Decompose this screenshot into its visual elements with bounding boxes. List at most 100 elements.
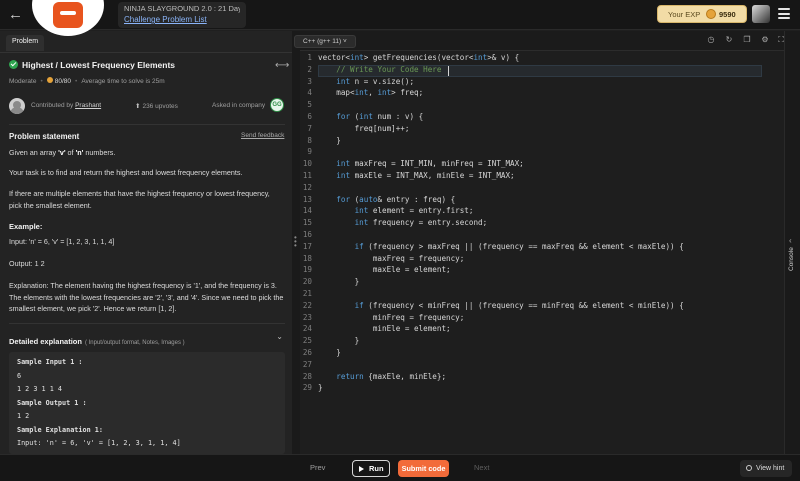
coin-icon (706, 9, 716, 19)
prev-button[interactable]: Prev (310, 463, 325, 472)
asked-in-company: Asked in company (212, 102, 266, 109)
code-line: } (318, 277, 360, 287)
score: 80/80 (54, 78, 72, 85)
problem-panel: Problem Highest / Lowest Frequency Eleme… (0, 31, 292, 454)
code-line: } (318, 348, 341, 357)
line-number: 25 (302, 336, 312, 346)
send-feedback-link[interactable]: Send feedback (241, 132, 284, 139)
coin-icon (46, 77, 53, 83)
code-line: minFreq = frequency; (318, 312, 465, 322)
line-number: 21 (302, 289, 312, 298)
code-line: } (318, 135, 341, 145)
chevron-down-icon[interactable]: ⌄ (276, 332, 283, 341)
upvote-icon: ⬆ (135, 103, 141, 110)
settings-icon[interactable]: ⚙ (760, 35, 770, 45)
statement-line-3: If there are multiple elements that have… (9, 189, 270, 210)
line-number: 7 (307, 123, 312, 133)
editor-toolbar: C++ (g++ 11) ˅ ◷ ↻ ❐ ⚙ ⛶ (294, 31, 784, 51)
top-bar: ← NINJA SLAYGROUND 2.0 : 21 Day Co... Ch… (0, 0, 800, 36)
example-output: Output: 1 2 (9, 259, 45, 268)
divider (9, 124, 285, 125)
line-number: 14 (302, 206, 312, 216)
line-number: 19 (302, 265, 312, 275)
breadcrumb: NINJA SLAYGROUND 2.0 : 21 Day Co... Chal… (118, 2, 246, 28)
divider (9, 323, 285, 324)
contest-title: NINJA SLAYGROUND 2.0 : 21 Day Co... (124, 4, 240, 13)
challenge-problem-list-link[interactable]: Challenge Problem List (124, 14, 240, 25)
tab-problem[interactable]: Problem (6, 35, 45, 51)
upvote-count: 236 upvotes (142, 103, 178, 110)
panel-splitter[interactable]: • • • (292, 31, 300, 454)
line-number: 9 (307, 147, 312, 157)
code-line: int element = entry.first; (354, 206, 474, 216)
next-button[interactable]: Next (474, 463, 489, 472)
language-value: C++ (g++ 11) (303, 38, 342, 45)
code-line: int n = v.size(); (336, 76, 415, 86)
company-logo[interactable]: GG (270, 98, 284, 112)
code-line: for (auto& entry : freq) { (336, 194, 456, 204)
share-icon[interactable]: ⟷ (275, 60, 289, 71)
line-number: 2 (307, 64, 312, 74)
code-line: map<int, int> freq; (318, 88, 424, 98)
chevron-left-icon[interactable]: ‹ (789, 236, 792, 245)
line-number: 1 (307, 53, 312, 62)
line-number: 27 (302, 359, 312, 369)
refresh-icon[interactable]: ↻ (724, 35, 734, 45)
statement-line-2: Your task is to find and return the high… (9, 168, 243, 177)
detailed-explanation-toggle[interactable]: Detailed explanation( Input/output forma… (9, 331, 285, 346)
sample-line: 6 (17, 371, 22, 380)
example-heading: Example: (9, 222, 43, 231)
line-number: 8 (307, 135, 312, 145)
problem-statement-heading: Problem statement (9, 132, 80, 141)
user-avatar[interactable] (752, 5, 770, 23)
problem-meta: Moderate • 80/80 • Average time to solve is … (9, 77, 165, 85)
line-number: 24 (302, 324, 312, 334)
line-number: 18 (302, 253, 312, 263)
detailed-explanation-title: Detailed explanation (9, 337, 82, 346)
example-input: Input: 'n' = 6, 'v' = [1, 2, 3, 1, 1, 4] (9, 237, 115, 246)
upvote-button[interactable]: ⬆ 236 upvotes (135, 102, 178, 110)
code-line: return {maxEle, minEle}; (336, 371, 447, 381)
sample-line: Sample Output 1 : (17, 398, 87, 407)
exp-label: Your EXP (668, 10, 701, 19)
run-button[interactable]: Run (352, 460, 390, 477)
line-number: 17 (302, 241, 312, 251)
play-icon (359, 465, 364, 472)
code-line: int maxEle = INT_MAX, minEle = INT_MAX; (336, 171, 515, 180)
line-number: 15 (302, 218, 312, 228)
avg-time: Average time to solve is 25m (81, 78, 165, 85)
run-label: Run (369, 464, 384, 473)
code-line: minEle = element; (318, 324, 451, 334)
sample-line: 1 2 3 1 1 4 (17, 385, 63, 393)
contributed-by: Contributed by Prashant (31, 102, 101, 109)
code-editor-panel: C++ (g++ 11) ˅ ◷ ↻ ❐ ⚙ ⛶ 1 vector<int> ge… (294, 31, 784, 473)
line-number: 13 (302, 194, 312, 204)
exp-badge[interactable]: Your EXP 9590 (657, 5, 747, 23)
line-number: 20 (302, 277, 312, 287)
submit-code-button[interactable]: Submit code (398, 460, 449, 477)
code-line: int frequency = entry.second; (354, 218, 488, 228)
line-number: 22 (302, 300, 312, 310)
code-line: if (frequency > maxFreq || (frequency ==… (354, 241, 684, 251)
back-arrow-icon[interactable]: ← (8, 7, 26, 23)
sample-line: 1 2 (17, 412, 30, 420)
bulb-icon (746, 464, 752, 471)
drag-handle-icon[interactable]: • • • (294, 234, 297, 250)
view-hint-button[interactable]: View hint (740, 460, 792, 477)
code-line: maxEle = element; (318, 265, 451, 275)
code-editor[interactable]: 1 vector<int> getFrequencies(vector<int>&… (300, 53, 784, 473)
line-number: 29 (302, 383, 312, 393)
contributor-name[interactable]: Prashant (75, 102, 101, 109)
code-line: vector<int> getFrequencies(vector<int>& … (318, 53, 520, 62)
logo-mark (53, 2, 83, 28)
timer-icon[interactable]: ◷ (706, 35, 716, 45)
line-number: 5 (307, 100, 312, 110)
console-label[interactable]: Console (788, 247, 795, 271)
sample-line: Input: 'n' = 6, 'v' = [1, 2, 3, 1, 1, 4] (17, 439, 181, 447)
copy-icon[interactable]: ❐ (742, 35, 752, 45)
code-line: freq[num]++; (318, 123, 410, 133)
view-hint-label: View hint (756, 465, 785, 472)
menu-icon[interactable] (778, 8, 790, 19)
console-rail[interactable]: ‹ Console (784, 31, 800, 454)
language-select[interactable]: C++ (g++ 11) ˅ (294, 35, 356, 48)
